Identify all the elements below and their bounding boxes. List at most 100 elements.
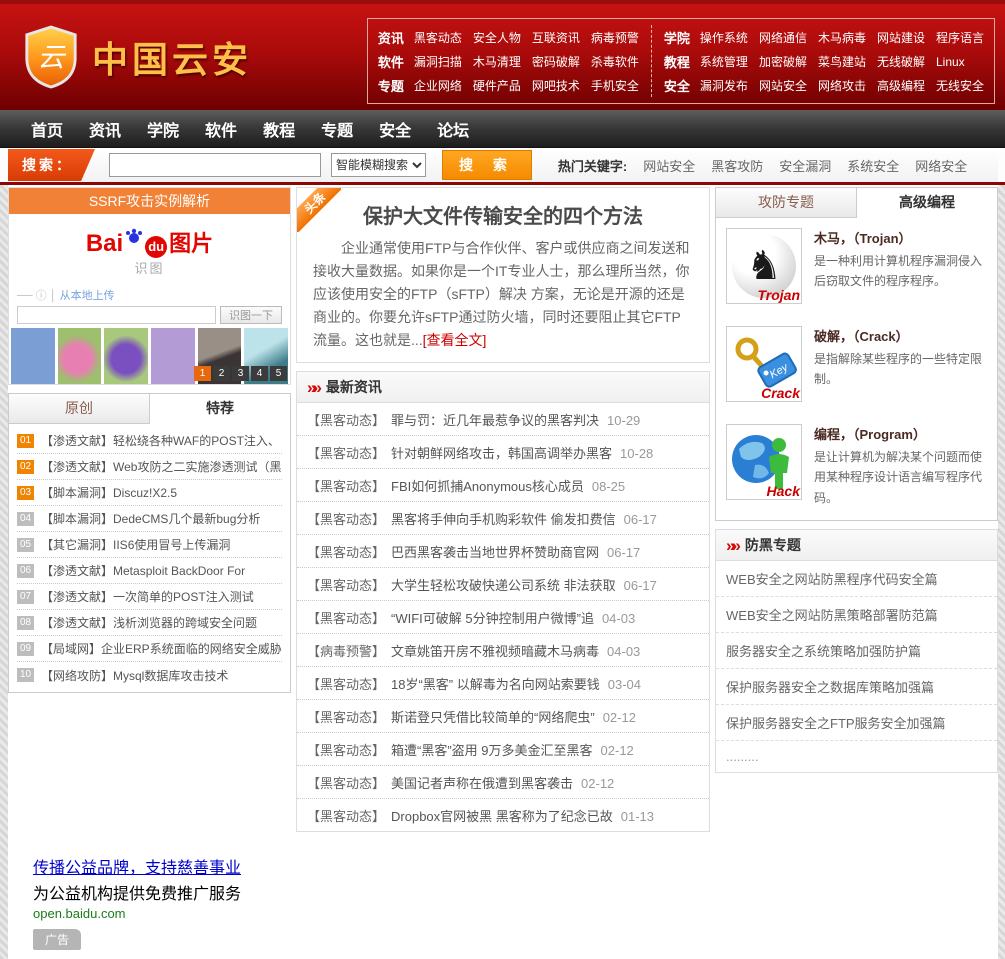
article-link[interactable]: 【渗透文献】Web攻防之二实施渗透测试（黑 <box>41 458 281 475</box>
slideshow-image[interactable]: Bai du 图片 识图 ── ⓘ │ 从本地上传 识图一下 1 2 3 4 5 <box>9 214 290 384</box>
header-nav-link[interactable]: 企业网络 <box>414 79 462 93</box>
article-link[interactable]: 【其它漏洞】IIS6使用冒号上传漏洞 <box>41 536 230 553</box>
header-nav-link[interactable]: 网吧技术 <box>532 79 580 93</box>
article-link[interactable]: 【网络攻防】Mysql数据库攻击技术 <box>41 667 228 684</box>
tab-advanced-programming[interactable]: 高级编程 <box>857 188 997 218</box>
thumbnail[interactable] <box>151 328 195 384</box>
article-link[interactable]: 【脚本漏洞】DedeCMS几个最新bug分析 <box>41 510 260 527</box>
nav-category[interactable]: 教程 <box>664 52 690 71</box>
header-nav-link[interactable]: 木马病毒 <box>818 31 866 45</box>
header-nav-link[interactable]: 杀毒软件 <box>591 55 639 69</box>
antihack-item[interactable]: 保护服务器安全之数据库策略加强篇 <box>716 669 997 706</box>
pager-number[interactable]: 4 <box>251 366 268 381</box>
main-nav-item[interactable]: 教程 <box>250 117 308 141</box>
nav-category[interactable]: 学院 <box>664 28 690 47</box>
header-nav-link[interactable]: 程序语言 <box>936 31 984 45</box>
key-crack-icon[interactable]: Key Crack <box>726 326 802 402</box>
header-nav-link[interactable]: 手机安全 <box>591 79 639 93</box>
news-link[interactable]: “WIFI可破解 5分钟控制用户微博”追 <box>391 611 594 626</box>
article-link[interactable]: 【渗透文献】Metasploit BackDoor For <box>41 562 245 579</box>
hot-keyword-link[interactable]: 网站安全 <box>643 159 695 174</box>
topic-title[interactable]: 破解，（Crack） <box>814 326 987 345</box>
trojan-horse-icon[interactable]: ♞ Trojan <box>726 228 802 304</box>
globe-person-icon[interactable]: Hack <box>726 424 802 500</box>
news-link[interactable]: 大学生轻松攻破快递公司系统 非法获取 <box>391 578 616 593</box>
thumbnail[interactable] <box>57 328 102 384</box>
header-nav-link[interactable]: 高级编程 <box>877 79 925 93</box>
main-nav-item[interactable]: 专题 <box>308 117 366 141</box>
baidu-search-button[interactable]: 识图一下 <box>220 306 282 324</box>
nav-category[interactable]: 软件 <box>378 52 404 71</box>
hot-keyword-link[interactable]: 安全漏洞 <box>779 159 831 174</box>
antihack-item[interactable]: ......... <box>716 741 997 772</box>
header-nav-link[interactable]: 网络攻击 <box>818 79 866 93</box>
header-nav-link[interactable]: 操作系统 <box>700 31 748 45</box>
main-nav-item[interactable]: 资讯 <box>76 117 134 141</box>
main-nav-item[interactable]: 软件 <box>192 117 250 141</box>
read-more-link[interactable]: [查看全文] <box>423 332 487 348</box>
header-nav-link[interactable]: 黑客动态 <box>414 31 462 45</box>
pager-number[interactable]: 2 <box>213 366 230 381</box>
baidu-search-input[interactable] <box>17 306 216 324</box>
slideshow[interactable]: SSRF攻击实例解析 Bai du 图片 识图 ── ⓘ │ 从本地上传 识图一… <box>8 187 291 385</box>
header-nav-link[interactable]: 木马清理 <box>473 55 521 69</box>
header-nav-link[interactable]: 密码破解 <box>532 55 580 69</box>
main-nav-item[interactable]: 学院 <box>134 117 192 141</box>
main-nav-item[interactable]: 首页 <box>18 117 76 141</box>
nav-category[interactable]: 专题 <box>378 76 404 95</box>
site-logo[interactable]: 云 中国云安 <box>22 25 252 89</box>
header-nav-link[interactable]: 网络通信 <box>759 31 807 45</box>
news-link[interactable]: 箱遭“黑客”盗用 9万多美金汇至黑客 <box>391 743 593 758</box>
news-link[interactable]: Dropbox官网被黑 黑客称为了纪念已故 <box>391 809 613 824</box>
news-link[interactable]: 罪与罚：近几年最惹争议的黑客判决 <box>391 413 599 428</box>
slideshow-title[interactable]: SSRF攻击实例解析 <box>9 188 290 214</box>
news-link[interactable]: 针对朝鲜网络攻击，韩国高调举办黑客 <box>391 446 612 461</box>
antihack-item[interactable]: 服务器安全之系统策略加强防护篇 <box>716 633 997 670</box>
header-nav-link[interactable]: 系统管理 <box>700 55 748 69</box>
header-nav-link[interactable]: 安全人物 <box>473 31 521 45</box>
antihack-item[interactable]: WEB安全之网站防黑程序代码安全篇 <box>716 561 997 598</box>
main-nav-item[interactable]: 安全 <box>366 117 424 141</box>
search-button[interactable]: 搜 索 <box>442 150 532 180</box>
news-link[interactable]: FBI如何抓捕Anonymous核心成员 <box>391 479 584 494</box>
tab-original[interactable]: 原创 <box>9 394 150 423</box>
hot-keyword-link[interactable]: 系统安全 <box>847 159 899 174</box>
thumbnail[interactable] <box>11 328 55 384</box>
article-link[interactable]: 【局域网】企业ERP系统面临的网络安全威胁 <box>41 640 282 657</box>
pager-number[interactable]: 3 <box>232 366 249 381</box>
topic-title[interactable]: 编程，（Program） <box>814 424 987 443</box>
article-link[interactable]: 【脚本漏洞】Discuz!X2.5 <box>41 484 177 501</box>
header-nav-link[interactable]: 漏洞发布 <box>700 79 748 93</box>
header-nav-link[interactable]: 硬件产品 <box>473 79 521 93</box>
pager-number[interactable]: 5 <box>270 366 287 381</box>
hot-keyword-link[interactable]: 网络安全 <box>915 159 967 174</box>
thumbnail[interactable] <box>104 328 149 384</box>
main-nav-item[interactable]: 论坛 <box>424 117 482 141</box>
upload-link[interactable]: 从本地上传 <box>60 290 115 302</box>
tab-attack-defense[interactable]: 攻防专题 <box>716 188 857 217</box>
news-link[interactable]: 文章姚笛开房不雅视频暗藏木马病毒 <box>391 644 599 659</box>
news-link[interactable]: 巴西黑客袭击当地世界杯赞助商官网 <box>391 545 599 560</box>
antihack-item[interactable]: WEB安全之网站防黑策略部署防范篇 <box>716 597 997 634</box>
header-nav-link[interactable]: Linux <box>936 55 965 69</box>
news-link[interactable]: 美国记者声称在俄遭到黑客袭击 <box>391 776 573 791</box>
hot-keyword-link[interactable]: 黑客攻防 <box>711 159 763 174</box>
header-nav-link[interactable]: 网站安全 <box>759 79 807 93</box>
search-input[interactable] <box>109 153 321 177</box>
news-link[interactable]: 18岁“黑客” 以解毒为名向网站索要钱 <box>391 677 600 692</box>
search-mode-select[interactable]: 智能模糊搜索 <box>331 153 426 177</box>
header-nav-link[interactable]: 无线安全 <box>936 79 984 93</box>
header-nav-link[interactable]: 网站建设 <box>877 31 925 45</box>
header-nav-link[interactable]: 病毒预警 <box>591 31 639 45</box>
topic-title[interactable]: 木马，（Trojan） <box>814 228 987 247</box>
article-link[interactable]: 【渗透文献】轻松绕各种WAF的POST注入、 <box>41 432 280 449</box>
pager-number[interactable]: 1 <box>194 366 211 381</box>
nav-category[interactable]: 安全 <box>664 76 690 95</box>
ad-link[interactable]: 传播公益品牌，支持慈善事业 <box>33 860 241 877</box>
headline-title[interactable]: 保护大文件传输安全的四个方法 <box>313 200 693 229</box>
news-link[interactable]: 黑客将手伸向手机购彩软件 偷发扣费信 <box>391 512 616 527</box>
article-link[interactable]: 【渗透文献】一次简单的POST注入测试 <box>41 588 254 605</box>
nav-category[interactable]: 资讯 <box>378 28 404 47</box>
header-nav-link[interactable]: 漏洞扫描 <box>414 55 462 69</box>
article-link[interactable]: 【渗透文献】浅析浏览器的跨域安全问题 <box>41 614 257 631</box>
